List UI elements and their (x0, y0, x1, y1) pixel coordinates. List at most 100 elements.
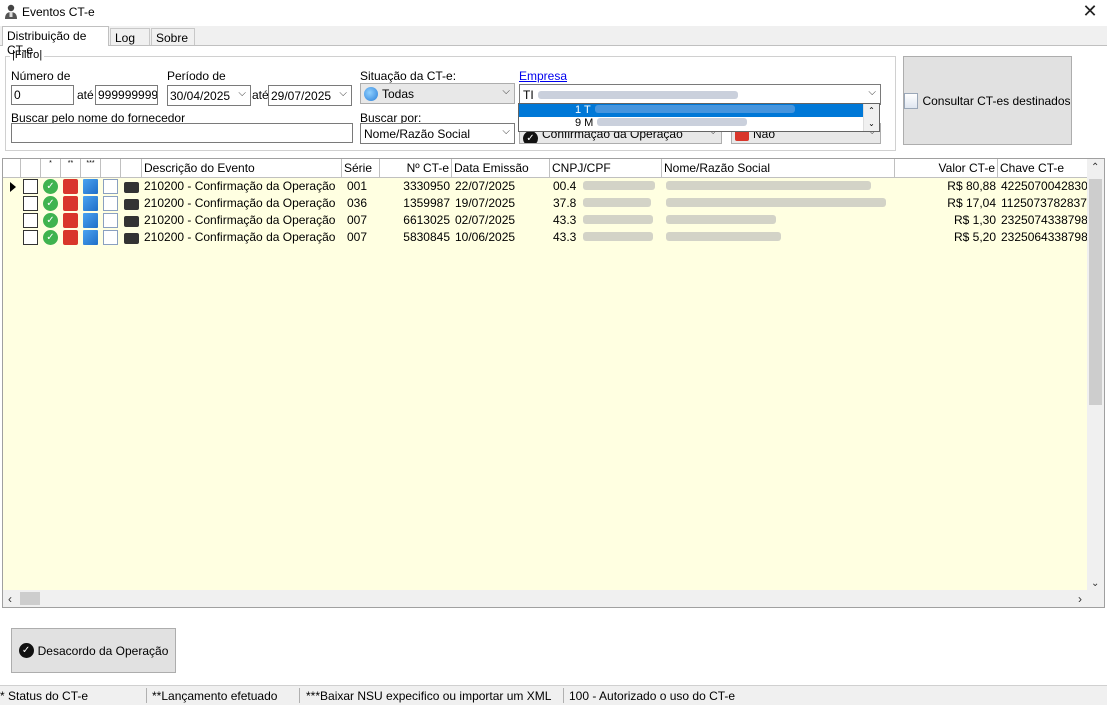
thumbs-down-icon[interactable] (63, 230, 78, 245)
header-serie[interactable]: Série (342, 159, 380, 178)
empresa-option[interactable]: 9 M (519, 117, 879, 130)
download-xml-icon[interactable] (83, 230, 98, 245)
document-icon[interactable] (103, 230, 118, 245)
cell-numero: 3330950 (403, 179, 450, 193)
redacted-text (537, 91, 738, 99)
date-from-picker[interactable]: 30/04/2025 ⌵ (167, 85, 251, 106)
header-chave[interactable]: Chave CT-e (998, 159, 1088, 178)
cell-cnpj: 43.3 (553, 230, 577, 244)
cell-cnpj-redacted (581, 178, 661, 195)
header-descricao[interactable]: Descrição do Evento (142, 159, 342, 178)
header-cnpj[interactable]: CNPJ/CPF (550, 159, 662, 178)
table-row[interactable]: ✓ 210200 - Confirmação da Operação 001 3… (3, 178, 1088, 195)
numero-from-input[interactable]: 0 (11, 85, 74, 105)
printer-icon[interactable] (124, 199, 139, 210)
cell-data: 02/07/2025 (455, 213, 516, 227)
redacted-text (583, 232, 653, 241)
document-icon[interactable] (103, 196, 118, 211)
header-valor[interactable]: Valor CT-e (895, 159, 998, 178)
buscar-por-select[interactable]: Nome/Razão Social ⌵ (360, 123, 515, 144)
scroll-up-icon[interactable]: ⌃ (1091, 162, 1099, 173)
table-row[interactable]: ✓ 210200 - Confirmação da Operação 007 5… (3, 229, 1088, 246)
documents-icon (904, 92, 919, 109)
empresa-dropdown-list[interactable]: 1 T 9 M ⌃ ⌄ (518, 103, 880, 132)
redacted-text (583, 215, 653, 224)
empresa-select[interactable]: TI ⌵ (519, 84, 881, 105)
header-status[interactable]: * (41, 159, 61, 178)
cell-cnpj: 37.8 (553, 196, 577, 210)
thumbs-down-icon[interactable] (63, 213, 78, 228)
cell-data: 10/06/2025 (455, 230, 516, 244)
tab-distribuicao[interactable]: Distribuição de CT-e (2, 26, 109, 57)
header-lancamento[interactable]: ** (61, 159, 81, 178)
numero-ate-label: até (77, 88, 94, 102)
table-row[interactable]: ✓ 210200 - Confirmação da Operação 007 6… (3, 212, 1088, 229)
events-grid[interactable]: * ** *** Descrição do Evento Série Nº CT… (2, 158, 1105, 608)
tab-log[interactable]: Log (110, 28, 150, 46)
header-baixar[interactable]: *** (81, 159, 101, 178)
header-data[interactable]: Data Emissão (452, 159, 550, 178)
download-xml-icon[interactable] (83, 196, 98, 211)
date-to-picker[interactable]: 29/07/2025 ⌵ (268, 85, 352, 106)
status-ok-icon: ✓ (43, 213, 58, 228)
desacordo-button[interactable]: ✓ Desacordo da Operação (11, 628, 176, 673)
situacao-select[interactable]: Todas ⌵ (360, 83, 515, 104)
close-button[interactable]: ✕ (1073, 0, 1107, 24)
cell-descricao: 210200 - Confirmação da Operação (144, 179, 336, 193)
app-window: Eventos CT-e ✕ Distribuição de CT-e Log … (0, 0, 1107, 705)
cell-serie: 007 (347, 213, 368, 227)
chevron-down-icon: ⌵ (238, 88, 246, 99)
check-circle-icon: ✓ (523, 131, 538, 143)
numero-to-input[interactable]: 999999999 (95, 85, 158, 105)
cell-nome-redacted (664, 212, 894, 229)
cell-cnpj-redacted (581, 229, 661, 246)
chevron-down-icon: ⌵ (502, 126, 510, 137)
row-checkbox[interactable] (23, 179, 38, 194)
cell-nome-redacted (664, 195, 894, 212)
header-nome[interactable]: Nome/Razão Social (662, 159, 895, 178)
printer-icon[interactable] (124, 216, 139, 227)
horizontal-scrollbar[interactable]: ‹ › (3, 590, 1104, 607)
row-checkbox[interactable] (23, 230, 38, 245)
scroll-right-icon[interactable]: › (1078, 592, 1082, 606)
empresa-option[interactable]: 1 T (519, 104, 879, 117)
table-row[interactable]: ✓ 210200 - Confirmação da Operação 036 1… (3, 195, 1088, 212)
empresa-link[interactable]: Empresa (519, 69, 567, 83)
document-icon[interactable] (103, 213, 118, 228)
tab-sobre[interactable]: Sobre (151, 28, 195, 46)
header-doc[interactable] (101, 159, 121, 178)
cell-serie: 036 (347, 196, 368, 210)
horizontal-scroll-thumb[interactable] (20, 592, 40, 605)
situacao-value: Todas (382, 87, 415, 101)
vertical-scrollbar[interactable]: ⌃ ⌄ (1087, 159, 1104, 591)
window-title: Eventos CT-e (22, 5, 95, 19)
situacao-label: Situação da CT-e: (360, 69, 457, 83)
dropdown-scrollbar[interactable]: ⌃ ⌄ (863, 104, 879, 131)
scroll-left-icon[interactable]: ‹ (8, 592, 12, 606)
status-separator (146, 688, 147, 703)
printer-icon[interactable] (124, 182, 139, 193)
redacted-text (583, 198, 651, 207)
empresa-value: TI (523, 88, 534, 102)
document-icon[interactable] (103, 179, 118, 194)
row-checkbox[interactable] (23, 213, 38, 228)
scroll-down-icon[interactable]: ⌄ (1091, 578, 1099, 589)
cell-numero: 5830845 (403, 230, 450, 244)
header-checkbox[interactable] (21, 159, 41, 178)
thumbs-down-icon[interactable] (63, 179, 78, 194)
cell-nome-redacted (664, 229, 894, 246)
header-print[interactable] (121, 159, 142, 178)
cell-data: 22/07/2025 (455, 179, 516, 193)
row-checkbox[interactable] (23, 196, 38, 211)
cell-valor: R$ 17,04 (947, 196, 996, 210)
download-xml-icon[interactable] (83, 179, 98, 194)
thumbs-down-icon[interactable] (63, 196, 78, 211)
download-xml-icon[interactable] (83, 213, 98, 228)
check-circle-icon: ✓ (18, 643, 34, 658)
numero-label: Número de (11, 69, 71, 83)
consultar-button[interactable]: Consultar CT-es destinados (903, 56, 1072, 145)
vertical-scroll-thumb[interactable] (1089, 179, 1102, 405)
header-numero[interactable]: Nº CT-e (380, 159, 452, 178)
fornecedor-search-input[interactable] (11, 123, 353, 143)
printer-icon[interactable] (124, 233, 139, 244)
